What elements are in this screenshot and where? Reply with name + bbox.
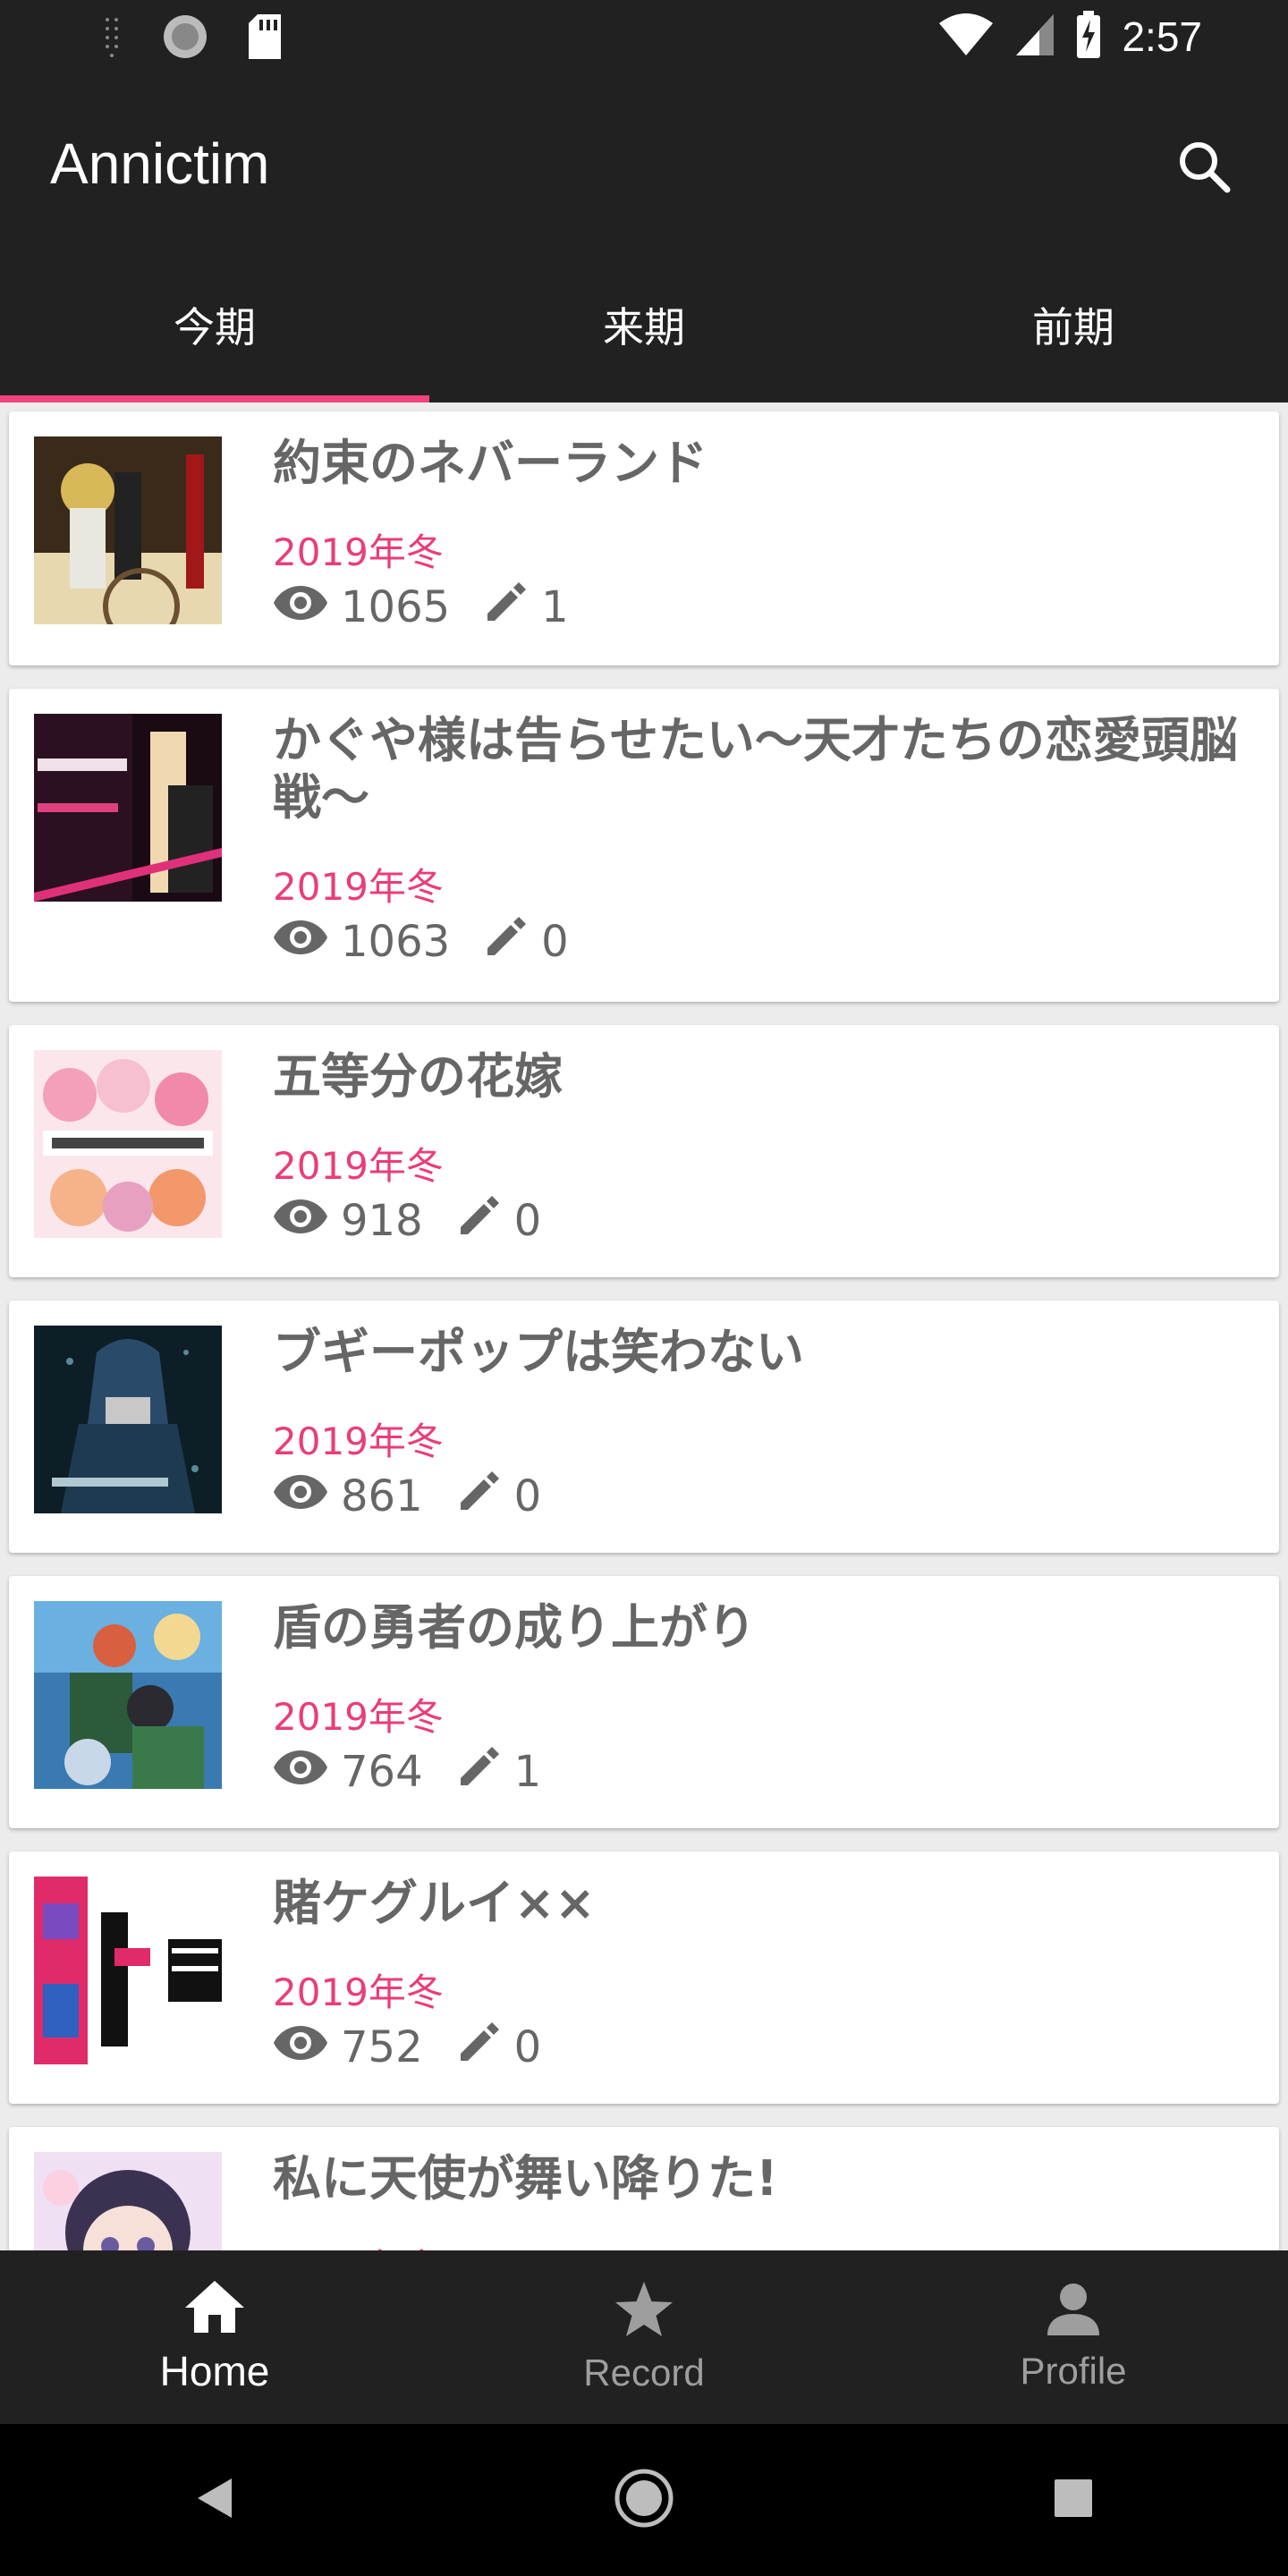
watchers-count: 1063 (341, 917, 451, 967)
search-button[interactable] (1159, 123, 1249, 213)
nav-record-label: Record (583, 2351, 705, 2394)
pencil-icon (457, 1469, 502, 1524)
work-season: 2019年冬 (273, 2238, 444, 2250)
system-navigation-bar (0, 2424, 1288, 2576)
work-title: ブギーポップは笑わない (273, 1324, 804, 1380)
work-card[interactable]: かぐや様は告らせたい〜天才たちの恋愛頭脳戦〜 2019年冬 1063 0 (9, 689, 1279, 1002)
eye-icon (273, 917, 328, 967)
work-title: 約束のネバーランド (273, 435, 708, 491)
debug-icon (98, 14, 125, 63)
nav-record[interactable]: Record (429, 2250, 859, 2424)
eye-icon (273, 2022, 328, 2072)
reviews-count: 0 (513, 1471, 542, 1521)
work-stats: 1063 0 (273, 914, 569, 970)
person-icon (1046, 2282, 1101, 2341)
watchers-count: 752 (341, 2022, 423, 2072)
nav-profile[interactable]: Profile (859, 2250, 1288, 2424)
signal-icon (1014, 13, 1055, 61)
work-stats: 764 1 (273, 1744, 541, 1800)
tab-current-season[interactable]: 今期 (0, 247, 429, 402)
watchers-count: 861 (341, 1471, 423, 1521)
works-list[interactable]: 約束のネバーランド 2019年冬 1065 1 かぐや様は告らせたい〜天才たちの… (0, 402, 1288, 2250)
work-stats: 861 0 (273, 1469, 541, 1524)
app-bar: Annictim 今期 来期 前期 (0, 75, 1288, 402)
work-title: 盾の勇者の成り上がり (273, 1599, 756, 1656)
back-triangle-icon (194, 2476, 235, 2524)
work-season: 2019年冬 (273, 530, 444, 574)
reviews-count: 0 (541, 917, 569, 967)
eye-icon (273, 1747, 328, 1797)
app-title: Annictim (50, 131, 270, 196)
eye-icon (273, 582, 328, 632)
work-season: 2019年冬 (273, 865, 444, 909)
work-season: 2019年冬 (273, 1970, 444, 2014)
watchers-count: 1065 (341, 582, 451, 632)
eye-icon (273, 1196, 328, 1246)
work-card[interactable]: 私に天使が舞い降りた! 2019年冬 (9, 2127, 1279, 2250)
nav-home[interactable]: Home (0, 2250, 429, 2424)
work-season: 2019年冬 (273, 1419, 444, 1463)
work-thumbnail (34, 1877, 222, 2064)
work-card[interactable]: 盾の勇者の成り上がり 2019年冬 764 1 (9, 1576, 1279, 1828)
pencil-icon (484, 580, 529, 635)
recents-square-icon (1053, 2478, 1094, 2522)
season-tabs: 今期 来期 前期 (0, 247, 1288, 402)
search-icon (1175, 138, 1233, 199)
tab-next-season[interactable]: 来期 (429, 247, 859, 402)
status-time: 2:57 (1122, 13, 1202, 60)
pencil-icon (484, 914, 529, 970)
nav-home-label: Home (159, 2348, 270, 2394)
work-thumbnail (34, 436, 222, 624)
work-title: 五等分の花嫁 (273, 1048, 563, 1105)
work-title: かぐや様は告らせたい〜天才たちの恋愛頭脳戦〜 (273, 712, 1238, 826)
recents-button[interactable] (1020, 2446, 1127, 2554)
home-circle-icon (614, 2468, 674, 2532)
home-system-button[interactable] (590, 2446, 698, 2554)
nav-profile-label: Profile (1020, 2350, 1127, 2392)
star-icon (613, 2280, 675, 2343)
work-title: 私に天使が舞い降りた! (273, 2150, 778, 2207)
work-thumbnail (34, 2152, 222, 2250)
work-thumbnail (34, 1326, 222, 1513)
work-thumbnail (34, 1050, 222, 1238)
reviews-count: 0 (513, 2022, 542, 2072)
work-card[interactable]: 五等分の花嫁 2019年冬 918 0 (9, 1025, 1279, 1277)
work-stats: 918 0 (273, 1193, 541, 1249)
watchers-count: 918 (341, 1196, 423, 1246)
work-thumbnail (34, 1601, 222, 1789)
work-title: 賭ケグルイ×× (273, 1875, 596, 1931)
reviews-count: 1 (513, 1747, 542, 1797)
home-icon (183, 2279, 246, 2338)
reviews-count: 1 (541, 582, 569, 632)
wifi-icon (937, 13, 995, 61)
work-season: 2019年冬 (273, 1144, 444, 1188)
bottom-navigation: Home Record Profile (0, 2250, 1288, 2424)
status-bar: 2:57 (0, 0, 1288, 75)
eye-icon (273, 1471, 328, 1521)
sync-icon (161, 13, 209, 64)
sd-card-icon (245, 13, 284, 64)
watchers-count: 764 (341, 1747, 423, 1797)
work-stats: 1065 1 (273, 580, 569, 635)
work-card[interactable]: ブギーポップは笑わない 2019年冬 861 0 (9, 1301, 1279, 1553)
back-button[interactable] (161, 2446, 268, 2554)
work-season: 2019年冬 (273, 1695, 444, 1739)
work-card[interactable]: 約束のネバーランド 2019年冬 1065 1 (9, 411, 1279, 665)
work-card[interactable]: 賭ケグルイ×× 2019年冬 752 0 (9, 1852, 1279, 2104)
pencil-icon (457, 2020, 502, 2075)
pencil-icon (457, 1744, 502, 1800)
work-stats: 752 0 (273, 2020, 541, 2075)
pencil-icon (457, 1193, 502, 1249)
reviews-count: 0 (513, 1196, 542, 1246)
tab-previous-season[interactable]: 前期 (859, 247, 1288, 402)
work-thumbnail (34, 714, 222, 902)
battery-charging-icon (1075, 11, 1102, 63)
